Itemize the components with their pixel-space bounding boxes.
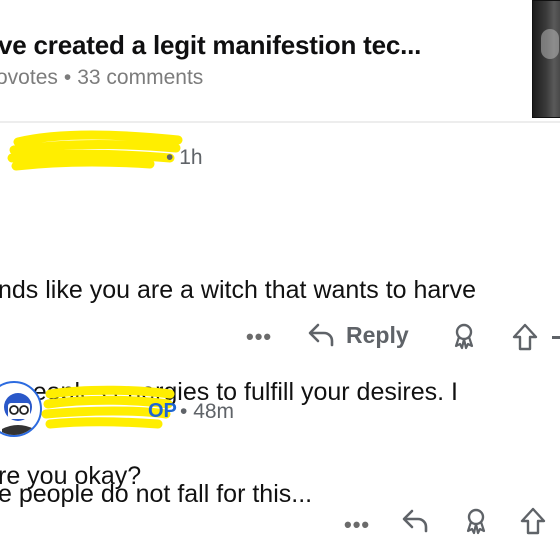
award-icon	[466, 508, 486, 535]
meta-separator: •	[63, 66, 72, 89]
upvote-button[interactable]	[508, 320, 542, 354]
more-options-button[interactable]: •••	[246, 324, 272, 350]
more-options-button[interactable]: •••	[344, 512, 370, 538]
post-meta: ovotes • 33 comments	[0, 66, 203, 90]
post-thumbnail[interactable]	[532, 0, 560, 118]
reply-arrow-icon	[402, 509, 428, 533]
vote-count-dash	[552, 336, 560, 339]
award-icon	[454, 323, 474, 350]
divider	[0, 121, 560, 123]
award-button[interactable]	[448, 320, 480, 352]
op-badge: OP	[148, 400, 177, 422]
post-votes: ovotes	[0, 66, 58, 89]
reply-label: Reply	[346, 321, 409, 348]
reply-button[interactable]: Reply	[306, 320, 409, 350]
comment-timestamp: • 1h	[166, 146, 203, 169]
upvote-arrow-icon	[520, 507, 546, 535]
comment-timestamp: • 48m	[180, 400, 235, 423]
comment-body: nds like you are a witch that wants to h…	[0, 205, 560, 545]
username-redaction-scribble	[7, 130, 183, 171]
upvote-button[interactable]	[516, 504, 550, 538]
comment-body: re you okay?	[0, 462, 142, 490]
post-title[interactable]: ve created a legit manifestion tec...	[0, 30, 421, 61]
reply-button[interactable]	[400, 506, 430, 536]
post-comment-count[interactable]: 33 comments	[77, 66, 203, 89]
comment-line: e peoples energies to fulfill your desir…	[0, 378, 458, 406]
comment-line: nds like you are a witch that wants to h…	[0, 276, 477, 304]
upvote-arrow-icon	[512, 323, 538, 351]
award-button[interactable]	[460, 505, 492, 537]
reply-arrow-icon	[306, 320, 336, 350]
